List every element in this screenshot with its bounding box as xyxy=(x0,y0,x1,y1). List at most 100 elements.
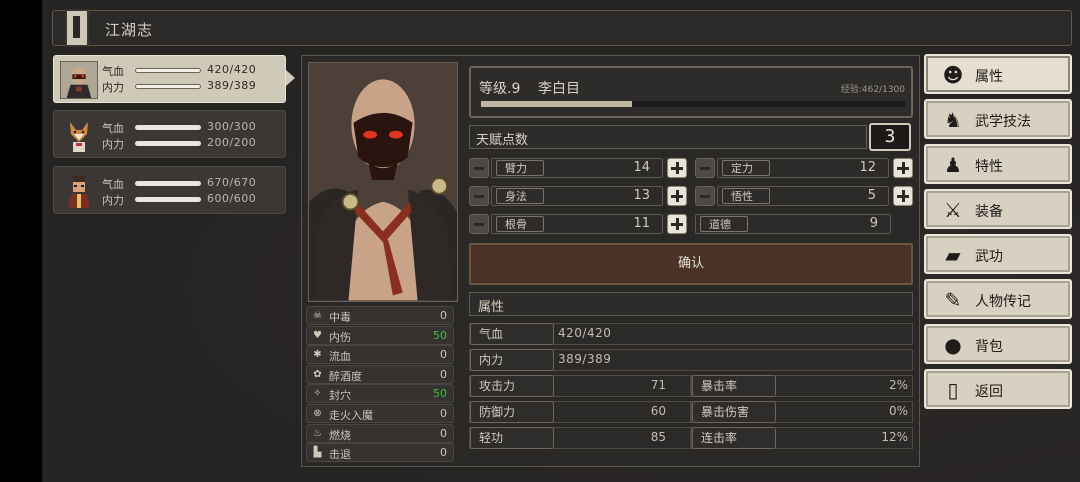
status-item-burn: ♨ 燃烧 0 xyxy=(306,423,454,443)
mp-label: 内力 xyxy=(102,138,124,151)
status-label: 走火入魔 xyxy=(329,408,373,422)
attribute-label: 道德 xyxy=(700,216,748,232)
menu-label: 属性 xyxy=(975,69,1003,85)
menu-label: 背包 xyxy=(975,339,1003,355)
mp-bar xyxy=(135,141,201,146)
talent-points-row: 天赋点数 xyxy=(469,125,867,149)
menu-return[interactable]: ▯ 返回 xyxy=(924,369,1072,409)
attribute-label: 身法 xyxy=(496,188,544,204)
mp-value: 200/200 xyxy=(207,136,257,149)
martial-arts-icon: ♞ xyxy=(944,108,962,132)
property-combo-rate-row: 连击率 12% xyxy=(691,427,913,449)
status-item-knockback: ▙ 击退 0 xyxy=(306,443,454,463)
attribute-agility: 身法 13 xyxy=(469,185,687,207)
page-title: 江湖志 xyxy=(105,21,154,39)
status-value: 50 xyxy=(433,387,447,401)
skull-icon: ☠ xyxy=(313,310,322,321)
mp-label: 内力 xyxy=(102,194,124,207)
increase-button[interactable] xyxy=(893,158,913,178)
status-label: 内伤 xyxy=(329,330,351,344)
property-crit-damage-row: 暴击伤害 0% xyxy=(691,401,913,423)
hp-label: 气血 xyxy=(102,122,124,135)
status-item-internal-injury: ♥ 内伤 50 xyxy=(306,325,454,345)
increase-button[interactable] xyxy=(667,214,687,234)
status-value: 0 xyxy=(440,367,447,381)
property-defense-row: 防御力 60 xyxy=(469,401,691,423)
attribute-morality: 道德 9 xyxy=(695,213,913,235)
attribute-label: 悟性 xyxy=(722,188,770,204)
property-value: 85 xyxy=(650,430,666,444)
menu-traits[interactable]: ♟ 特性 xyxy=(924,144,1072,184)
wine-icon: ✿ xyxy=(313,368,322,380)
property-value: 2% xyxy=(888,378,908,392)
game-screen: 江湖志 气血 420/420 内力 389/389 气血 300/300 内力 … xyxy=(42,0,1080,482)
status-item-drunk: ✿ 醉酒度 0 xyxy=(306,364,454,384)
header-bar: 江湖志 xyxy=(52,9,1072,47)
mp-value: 389/389 xyxy=(207,79,257,92)
party-member-3[interactable]: 气血 670/670 内力 600/600 xyxy=(53,166,286,214)
menu-label: 特性 xyxy=(975,159,1003,175)
sword-icon: ⚔ xyxy=(944,198,962,222)
hp-value: 670/670 xyxy=(207,176,257,189)
attribute-insight: 悟性 5 xyxy=(695,185,913,207)
menu-equipment[interactable]: ⚔ 装备 xyxy=(924,189,1072,229)
menu-attributes[interactable]: ☻ 属性 xyxy=(924,54,1072,94)
attribute-strength: 臂力 14 xyxy=(469,157,687,179)
character-panel: ☠ 中毒 0 ♥ 内伤 50 ✱ 流血 0 ✿ 醉酒度 0 ✧ 封穴 50 ⊗ … xyxy=(301,55,920,467)
level-text: 等级.9 xyxy=(479,81,521,97)
property-label: 内力 xyxy=(470,349,554,371)
attribute-field: 根骨 11 xyxy=(491,214,663,234)
increase-button[interactable] xyxy=(667,186,687,206)
status-label: 燃烧 xyxy=(329,428,351,442)
property-hp-row: 气血 420/420 xyxy=(469,323,913,345)
mp-bar xyxy=(135,197,201,202)
party-member-2[interactable]: 气血 300/300 内力 200/200 xyxy=(53,110,286,158)
increase-button[interactable] xyxy=(667,158,687,178)
menu-kungfu[interactable]: ▰ 武功 xyxy=(924,234,1072,274)
selected-arrow-icon xyxy=(286,70,295,86)
menu-biography[interactable]: ✎ 人物传记 xyxy=(924,279,1072,319)
hp-value: 300/300 xyxy=(207,120,257,133)
property-label: 防御力 xyxy=(470,401,554,423)
talent-label: 天赋点数 xyxy=(476,133,529,148)
attribute-value: 14 xyxy=(633,160,650,175)
decrease-button[interactable] xyxy=(695,158,715,178)
warrior-portrait-icon xyxy=(68,176,90,208)
decrease-button[interactable] xyxy=(469,158,489,178)
attribute-value: 13 xyxy=(633,188,650,203)
hp-value: 420/420 xyxy=(207,63,257,76)
property-label: 攻击力 xyxy=(470,375,554,397)
decrease-button[interactable] xyxy=(469,186,489,206)
exp-text: 经验:462/1300 xyxy=(840,85,905,95)
status-label: 封穴 xyxy=(329,389,351,403)
property-label: 连击率 xyxy=(692,427,776,449)
menu-label: 武功 xyxy=(975,249,1003,265)
attribute-field: 悟性 5 xyxy=(717,186,889,206)
status-value: 0 xyxy=(440,406,447,420)
blood-drop-icon: ✱ xyxy=(313,349,322,361)
confirm-button[interactable]: 确认 xyxy=(469,243,913,285)
increase-button[interactable] xyxy=(893,186,913,206)
menu-label: 武学技法 xyxy=(975,114,1031,130)
acupoint-icon: ✧ xyxy=(313,388,322,400)
property-attack-row: 攻击力 71 xyxy=(469,375,691,397)
property-label: 轻功 xyxy=(470,427,554,449)
attribute-value: 9 xyxy=(869,216,878,231)
party-member-1[interactable]: 气血 420/420 内力 389/389 xyxy=(53,55,286,103)
decrease-button[interactable] xyxy=(469,214,489,234)
character-icon: ☻ xyxy=(942,63,964,87)
attribute-label: 根骨 xyxy=(496,216,544,232)
menu-label: 返回 xyxy=(975,384,1003,400)
member-portrait-icon xyxy=(60,61,98,99)
hp-bar xyxy=(135,68,201,73)
attribute-field: 臂力 14 xyxy=(491,158,663,178)
knockback-icon: ▙ xyxy=(313,447,322,459)
menu-martial-skills[interactable]: ♞ 武学技法 xyxy=(924,99,1072,139)
property-value: 389/389 xyxy=(558,352,612,366)
mp-label: 内力 xyxy=(102,81,124,94)
menu-inventory[interactable]: ● 背包 xyxy=(924,324,1072,364)
journal-book-icon[interactable] xyxy=(65,9,89,47)
trait-icon: ♟ xyxy=(944,153,962,177)
decrease-button[interactable] xyxy=(695,186,715,206)
talent-points-value: 3 xyxy=(869,123,911,151)
